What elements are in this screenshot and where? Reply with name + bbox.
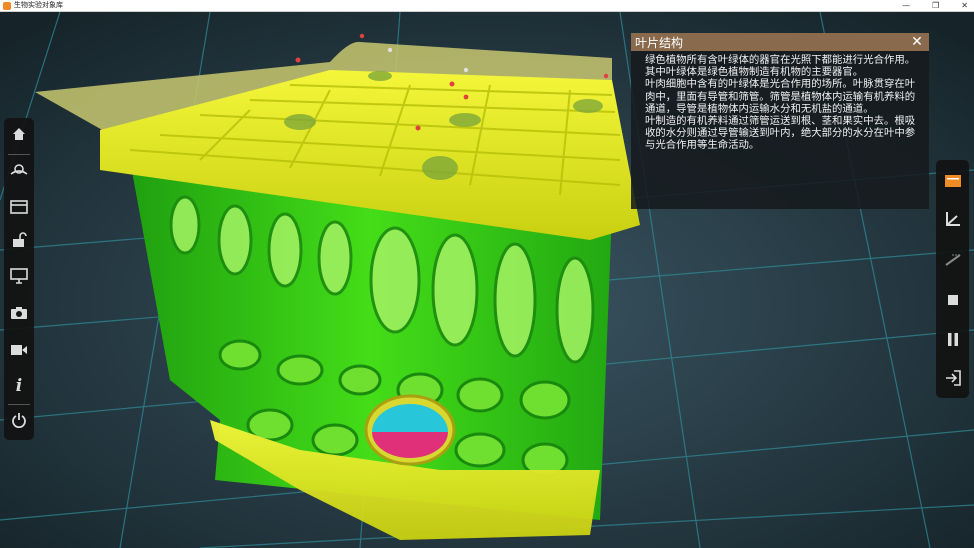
window-titlebar: 生物实验对象库 — ❐ ✕ [0,0,974,12]
info-panel: 叶片结构 ✕ 绿色植物所有含叶绿体的器官在光照下都能进行光合作用。其中叶绿体是绿… [631,33,929,209]
left-toolbar: i [4,118,34,440]
panel-toggle-button[interactable] [936,168,969,194]
right-toolbar [936,160,969,398]
info-paragraph: 叶肉细胞中含有的叶绿体是光合作用的场所。叶脉贯穿在叶肉中，里面有导管和筛管。筛管… [645,78,916,115]
unlock-icon [11,232,27,252]
stop-icon [947,290,958,309]
object-library-button[interactable] [4,158,34,186]
pause-icon [947,331,958,350]
slides-button[interactable] [4,194,34,222]
minimize-button[interactable]: — [902,0,910,11]
pause-button[interactable] [936,327,969,353]
close-window-button[interactable]: ✕ [961,0,968,11]
exit-icon [945,370,961,390]
info-paragraph: 绿色植物所有含叶绿体的器官在光照下都能进行光合作用。其中叶绿体是绿色植物制造有机… [645,54,916,79]
app-icon [3,1,11,10]
camera-button[interactable] [4,300,34,328]
panel-toggle-icon [944,172,961,191]
ruler-icon [944,252,962,271]
monitor-icon [10,268,28,288]
info-panel-title: 叶片结构 [635,35,684,50]
info-panel-header: 叶片结构 ✕ [631,33,929,51]
window-title: 生物实验对象库 [14,1,63,9]
maximize-button[interactable]: ❐ [932,0,939,11]
home-button[interactable] [4,122,34,150]
info-paragraph: 叶制造的有机养料通过筛管运送到根、茎和果实中去。根吸收的水分则通过导管输送到叶内… [645,115,916,152]
power-icon [11,412,27,432]
stop-button[interactable] [936,286,969,312]
ruler-button[interactable] [936,248,969,274]
info-button[interactable]: i [4,372,34,400]
exit-button[interactable] [936,367,969,393]
power-button[interactable] [4,408,34,436]
window-controls: — ❐ ✕ [902,0,968,11]
info-panel-body: 绿色植物所有含叶绿体的器官在光照下都能进行光合作用。其中叶绿体是绿色植物制造有机… [631,51,929,152]
vascular-bundle [364,394,456,466]
camera-icon [10,305,28,324]
axes-icon [944,210,962,232]
unlock-button[interactable] [4,228,34,256]
axes-button[interactable] [936,208,969,234]
video-camera-icon [10,341,28,360]
home-icon [11,126,27,146]
object-library-icon [10,162,28,182]
close-icon[interactable]: ✕ [909,34,925,50]
video-button[interactable] [4,336,34,364]
info-icon: i [15,376,23,396]
slides-icon [10,199,28,218]
monitor-button[interactable] [4,264,34,292]
